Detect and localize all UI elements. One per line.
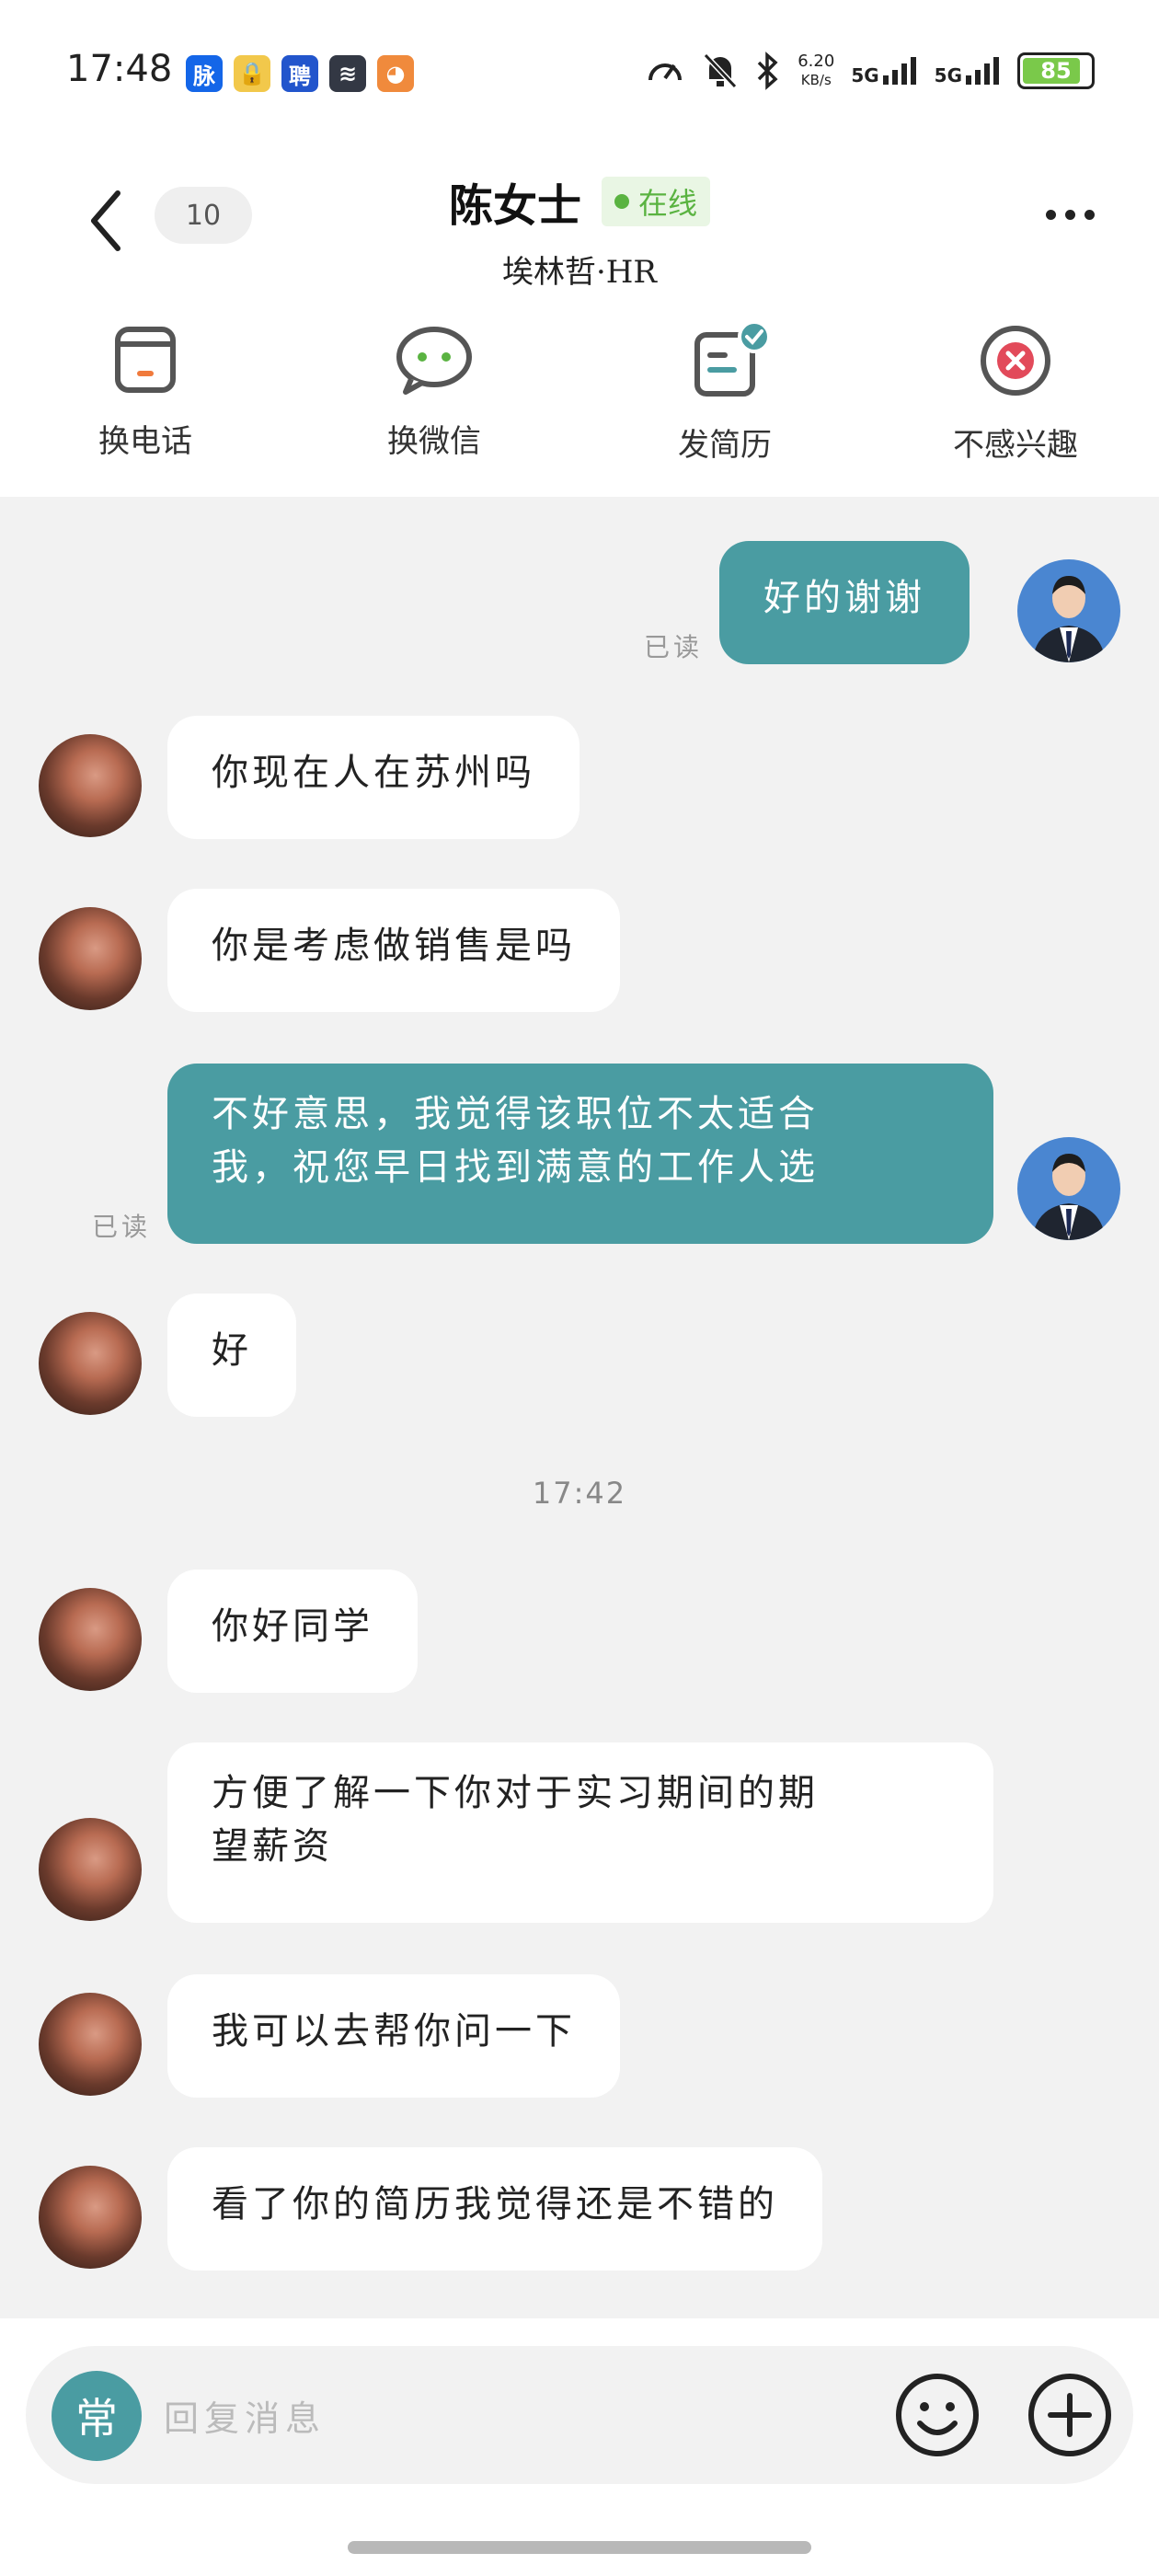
send-resume-button[interactable]: 发简历 [624, 322, 826, 465]
message-list[interactable]: 已读 好的谢谢 你现在人在苏州吗 你是考虑做销售是吗 已读 不好意思，我觉得该职… [0, 497, 1159, 2318]
more-options-icon[interactable] [1046, 210, 1095, 220]
contact-avatar[interactable] [39, 1588, 142, 1691]
maimai-app-icon: 脉 [186, 55, 223, 92]
status-time: 17:48 [66, 48, 173, 90]
online-status-badge: 在线 [602, 177, 711, 226]
home-indicator[interactable] [348, 2541, 811, 2554]
change-phone-label: 换电话 [98, 423, 192, 460]
company-role: 埃林哲·HR [501, 254, 658, 291]
sim2-label: 5G [934, 64, 962, 86]
message-bubble-incoming[interactable]: 看了你的简历我觉得还是不错的 [167, 2147, 822, 2271]
battery-level: 85 [1040, 58, 1072, 84]
not-interested-label: 不感兴趣 [953, 427, 1078, 464]
message-line: 我，祝您早日找到满意的工作人选 [212, 1146, 819, 1189]
message-line: 方便了解一下你对于实习期间的期 [212, 1772, 819, 1814]
reply-placeholder: 回复消息 [164, 2398, 327, 2439]
zhaopin-app-icon: 聘 [281, 55, 318, 92]
plus-icon[interactable] [1019, 2364, 1120, 2466]
speedometer-icon [648, 63, 683, 81]
sim1-label: 5G [851, 64, 879, 86]
my-avatar[interactable] [1017, 559, 1120, 662]
net-speed-unit: KB/s [800, 72, 832, 88]
notification-icons: 脉 🔒 聘 ≋ ◕ [186, 55, 414, 92]
message-bubble-incoming[interactable]: 你现在人在苏州吗 [167, 716, 580, 839]
message-bubble-incoming[interactable]: 你好同学 [167, 1570, 418, 1693]
chat-bubble-icon [396, 327, 472, 395]
signal-1: 5G [851, 55, 917, 86]
net-speed: 6.20 KB/s [798, 52, 834, 89]
read-receipt: 已读 [644, 632, 704, 662]
contact-avatar[interactable] [39, 734, 142, 837]
message-line: 望薪资 [212, 1825, 333, 1868]
change-wechat-label: 换微信 [387, 423, 481, 460]
status-bar: 17:48 脉 🔒 聘 ≋ ◕ 6.20 KB/s 5G 5G 85 [0, 0, 1159, 147]
my-avatar[interactable] [1017, 1137, 1120, 1240]
mute-bell-icon [704, 52, 738, 89]
signal-bars-icon [966, 57, 999, 85]
mascot-app-icon: ◕ [377, 55, 414, 92]
contact-name: 陈女士 [448, 180, 581, 232]
not-interested-button[interactable]: 不感兴趣 [914, 322, 1117, 465]
emoji-icon[interactable] [887, 2364, 988, 2466]
reply-input[interactable]: 常 回复消息 [26, 2346, 1133, 2484]
close-circle-icon [981, 326, 1050, 396]
chat-header: 10 陈女士 在线 埃林哲·HR [0, 147, 1159, 304]
online-status-text: 在线 [638, 186, 698, 221]
send-resume-label: 发简历 [678, 427, 772, 464]
message-bubble-outgoing[interactable]: 不好意思，我觉得该职位不太适合 我，祝您早日找到满意的工作人选 [167, 1064, 993, 1244]
message-line: 不好意思，我觉得该职位不太适合 [212, 1093, 819, 1135]
quick-actions-bar: 换电话 换微信 发简历 不感兴趣 [0, 304, 1159, 497]
message-bubble-incoming[interactable]: 好 [167, 1294, 296, 1417]
message-composer: 常 回复消息 [0, 2318, 1159, 2576]
message-bubble-incoming[interactable]: 你是考虑做销售是吗 [167, 889, 620, 1012]
change-wechat-button[interactable]: 换微信 [333, 322, 535, 461]
net-speed-value: 6.20 [798, 52, 835, 71]
read-receipt: 已读 [92, 1212, 152, 1242]
lock-app-icon: 🔒 [234, 55, 270, 92]
contact-avatar[interactable] [39, 2166, 142, 2269]
message-bubble-outgoing[interactable]: 好的谢谢 [719, 541, 970, 664]
battery-icon: 85 [1017, 52, 1095, 89]
bluetooth-icon [757, 52, 778, 90]
change-phone-button[interactable]: 换电话 [44, 322, 247, 461]
contact-avatar[interactable] [39, 907, 142, 1010]
contact-avatar[interactable] [39, 1993, 142, 2096]
contact-avatar[interactable] [39, 1818, 142, 1921]
contact-avatar[interactable] [39, 1312, 142, 1415]
common-phrases-button[interactable]: 常 [52, 2371, 142, 2461]
signal-2: 5G [935, 55, 1001, 86]
phone-card-icon [115, 327, 176, 393]
signal-bars-icon [882, 57, 916, 85]
online-dot-icon [614, 194, 629, 209]
message-bubble-incoming[interactable]: 我可以去帮你问一下 [167, 1974, 620, 2098]
message-timestamp: 17:42 [532, 1476, 627, 1511]
resume-icon [694, 322, 771, 397]
recorder-app-icon: ≋ [329, 55, 366, 92]
message-bubble-incoming[interactable]: 方便了解一下你对于实习期间的期 望薪资 [167, 1742, 993, 1923]
